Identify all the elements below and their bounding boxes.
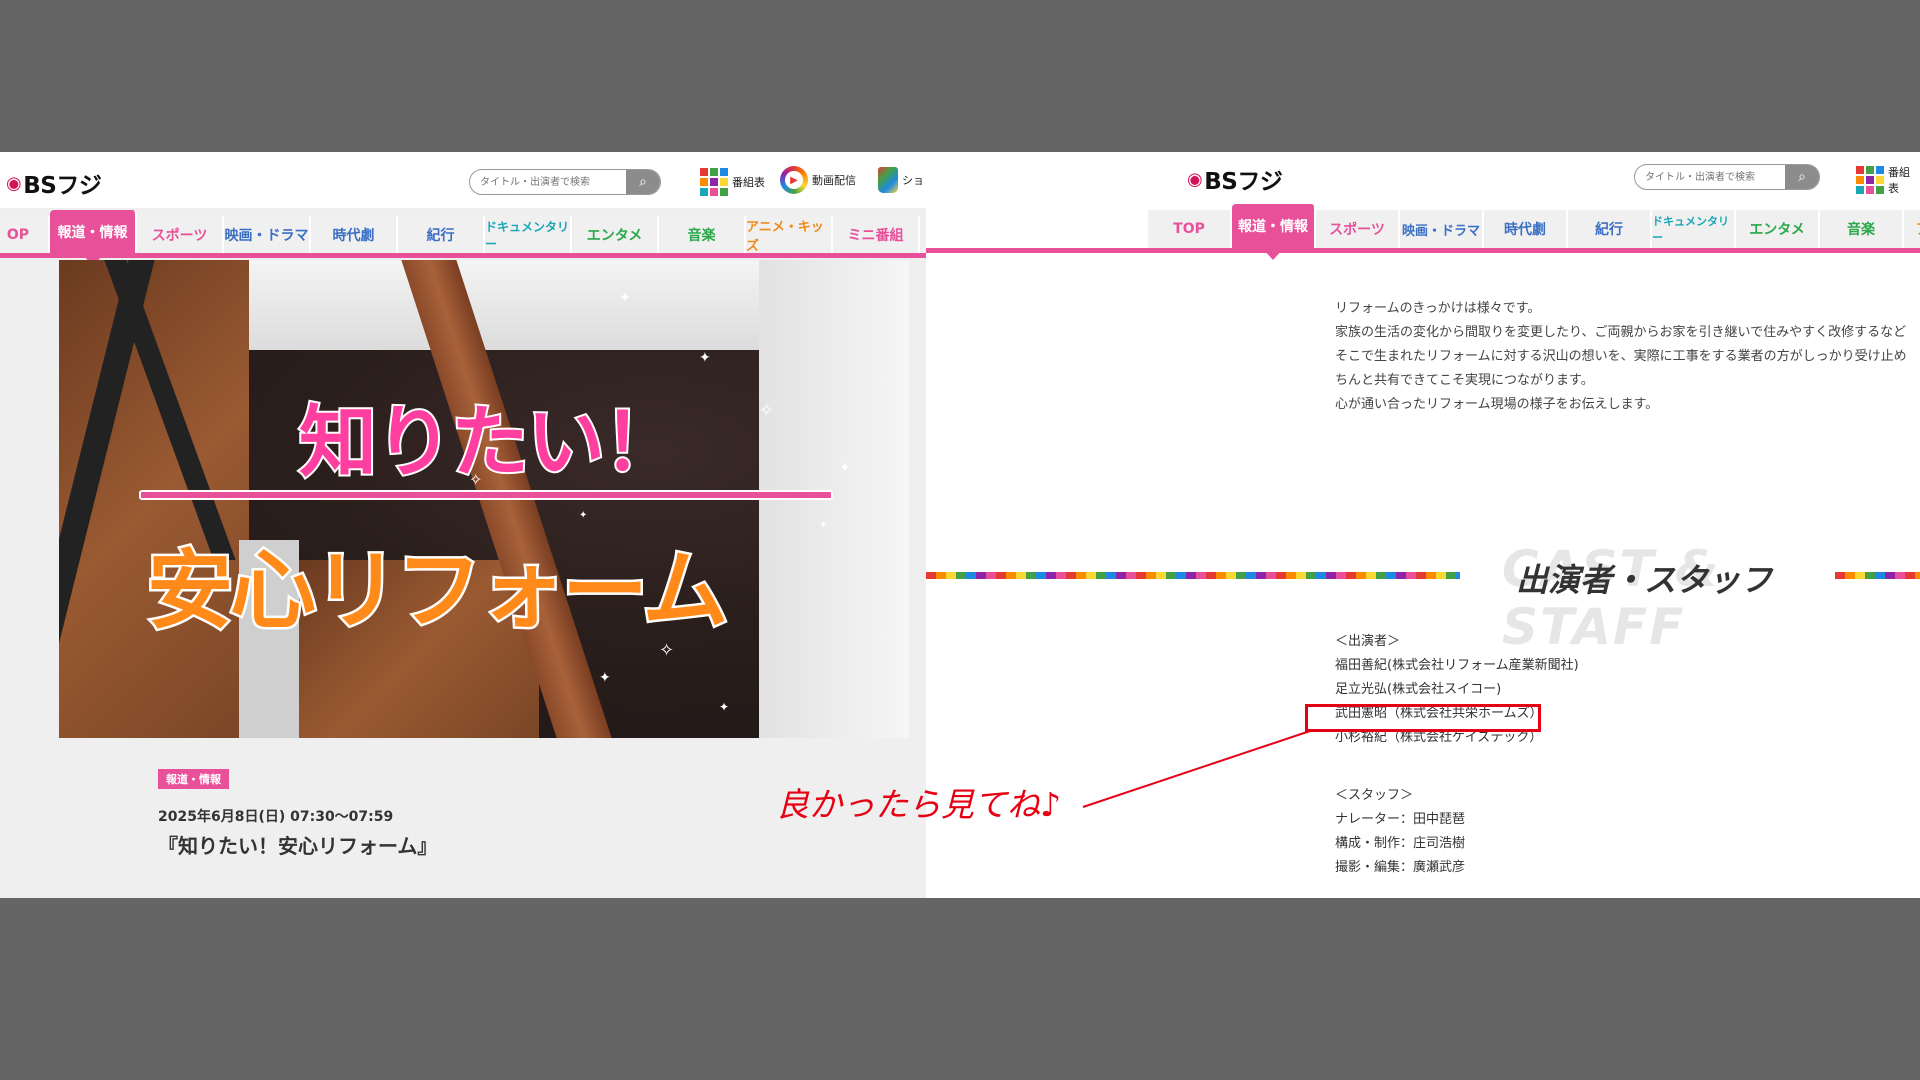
annotation-pointer-line xyxy=(1082,730,1311,808)
annotation-note: 良かったら見てね♪ xyxy=(776,785,1062,824)
